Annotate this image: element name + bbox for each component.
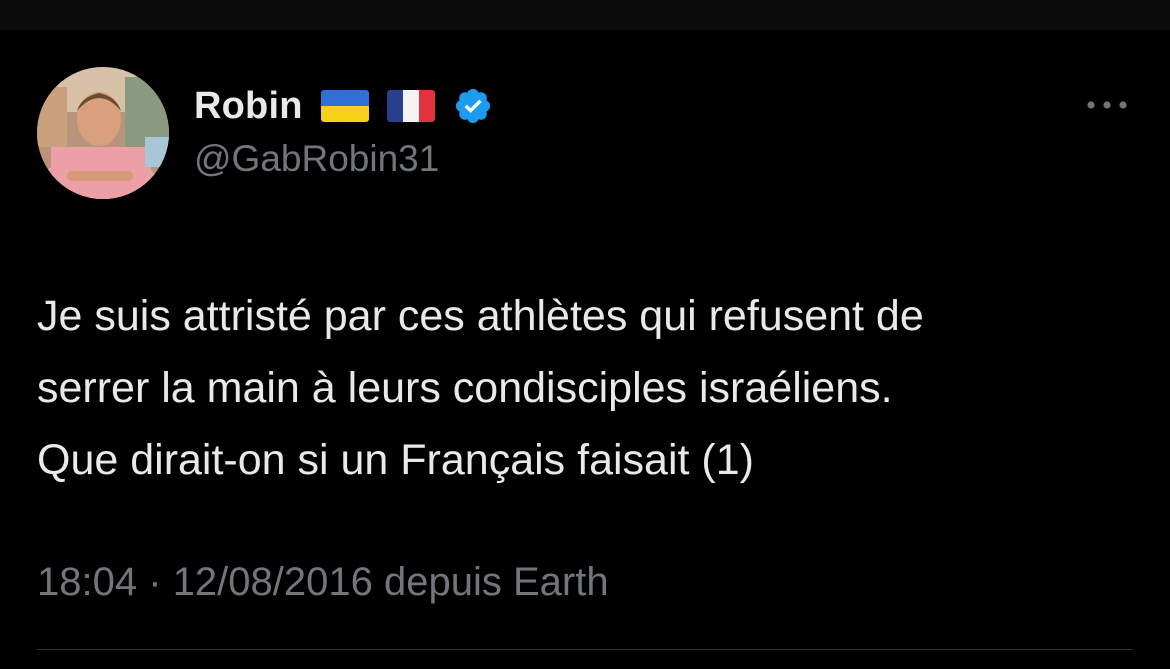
tweet-date[interactable]: 12/08/2016 [173, 560, 373, 604]
tweet-card[interactable]: Robin @GabRobin31 Je suis attristé par c… [0, 30, 1170, 669]
user-handle[interactable]: @GabRobin31 [194, 138, 439, 180]
avatar[interactable] [37, 67, 169, 199]
verified-badge-icon [453, 86, 493, 126]
display-name[interactable]: Robin [194, 85, 303, 128]
tweet-text-line: Que dirait-on si un Français faisait (1) [37, 436, 754, 484]
avatar-photo [37, 67, 169, 199]
france-flag-icon [386, 90, 435, 122]
tweet-meta: 18:04 · 12/08/2016 depuis Earth [37, 560, 609, 605]
tweet-text-line: serrer la main à leurs condisciples isra… [37, 364, 893, 412]
author-name-row[interactable]: Robin [194, 82, 493, 130]
tweet-time[interactable]: 18:04 [37, 560, 137, 604]
more-options-icon[interactable] [1084, 94, 1130, 116]
ukraine-flag-icon [320, 90, 369, 122]
tweet-text: Je suis attristé par ces athlètes qui re… [37, 280, 1137, 496]
divider [37, 649, 1133, 650]
meta-separator: · [148, 560, 162, 604]
tweet-source: depuis Earth [384, 560, 609, 604]
tweet-text-line: Je suis attristé par ces athlètes qui re… [37, 292, 924, 340]
status-bar-area [0, 0, 1170, 30]
